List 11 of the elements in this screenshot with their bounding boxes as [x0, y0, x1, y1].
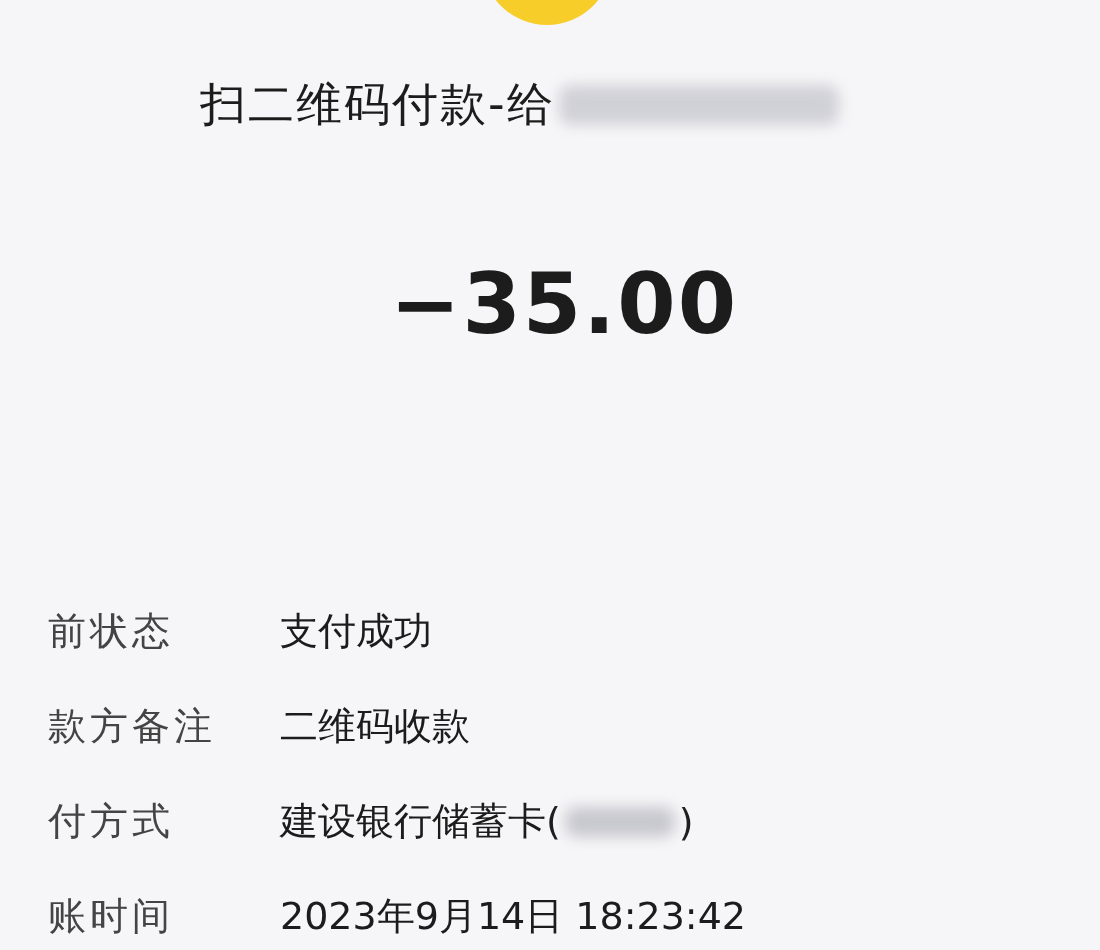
detail-value: 支付成功	[280, 608, 432, 655]
detail-label: 前状态	[47, 608, 175, 655]
detail-label: 付方式	[47, 798, 175, 845]
detail-label: 账时间	[47, 893, 175, 940]
detail-value: )	[678, 799, 694, 844]
detail-label: 款方备注	[47, 703, 217, 750]
detail-value: 建设银行储蓄卡(	[280, 798, 561, 845]
detail-value: 2023年9月14日 18:23:42	[280, 893, 746, 940]
amount: −35.00	[390, 255, 740, 353]
detail-value: 二维码收款	[280, 703, 470, 750]
payment-title: 扫二维码付款-给	[200, 76, 555, 133]
